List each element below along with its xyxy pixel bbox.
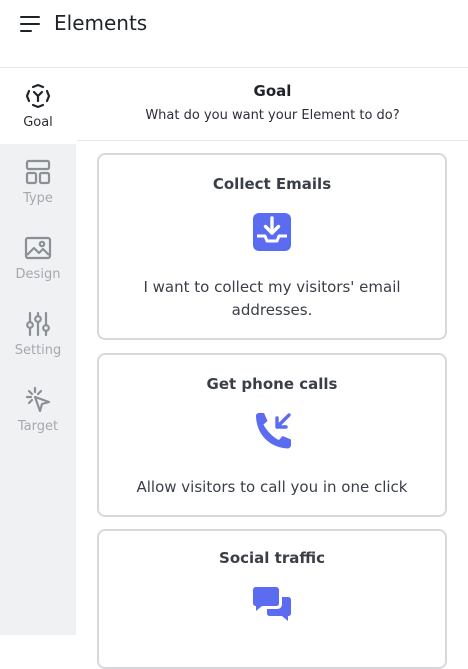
card-description: I want to collect my visitors' email add… bbox=[143, 278, 401, 319]
card-title: Get phone calls bbox=[206, 375, 338, 393]
goal-card-collect-emails[interactable]: Collect Emails I want to collect my visi… bbox=[97, 153, 447, 340]
card-title: Collect Emails bbox=[212, 175, 332, 193]
phone-incoming-icon bbox=[256, 413, 291, 449]
card-title: Social traffic bbox=[219, 549, 325, 567]
sidebar-item-design[interactable]: Design bbox=[0, 220, 76, 296]
layout-icon bbox=[25, 159, 51, 185]
goal-card-social-traffic[interactable]: Social traffic bbox=[97, 529, 447, 669]
sliders-icon bbox=[26, 311, 50, 337]
sidebar-item-label: Design bbox=[15, 267, 61, 282]
target-icon bbox=[25, 83, 51, 109]
cursor-click-icon bbox=[25, 386, 51, 413]
panel-title: Goal bbox=[253, 82, 292, 100]
app-title: Elements bbox=[54, 11, 148, 35]
image-icon bbox=[24, 236, 52, 260]
sidebar-item-label: Type bbox=[23, 191, 53, 206]
menu-icon[interactable] bbox=[20, 16, 42, 32]
inbox-download-icon bbox=[253, 213, 291, 251]
top-header: Elements bbox=[0, 0, 468, 68]
chat-bubbles-icon bbox=[253, 587, 291, 621]
sidebar-item-setting[interactable]: Setting bbox=[0, 296, 76, 372]
sidebar-item-label: Setting bbox=[14, 343, 62, 358]
sidebar-item-label: Goal bbox=[23, 115, 53, 130]
sidebar-item-type[interactable]: Type bbox=[0, 144, 76, 220]
sidebar-item-label: Target bbox=[17, 419, 59, 434]
card-description: Allow visitors to call you in one click bbox=[136, 478, 408, 496]
sidebar-item-target[interactable]: Target bbox=[0, 372, 76, 448]
goal-card-phone-calls[interactable]: Get phone calls Allow visitors to call y… bbox=[97, 353, 447, 517]
sidebar-item-goal[interactable]: Goal bbox=[0, 68, 76, 144]
panel-subtitle: What do you want your Element to do? bbox=[145, 108, 400, 123]
panel-header: Goal What do you want your Element to do… bbox=[77, 68, 468, 141]
sidebar: Goal Type Design Setting Target bbox=[0, 68, 76, 635]
